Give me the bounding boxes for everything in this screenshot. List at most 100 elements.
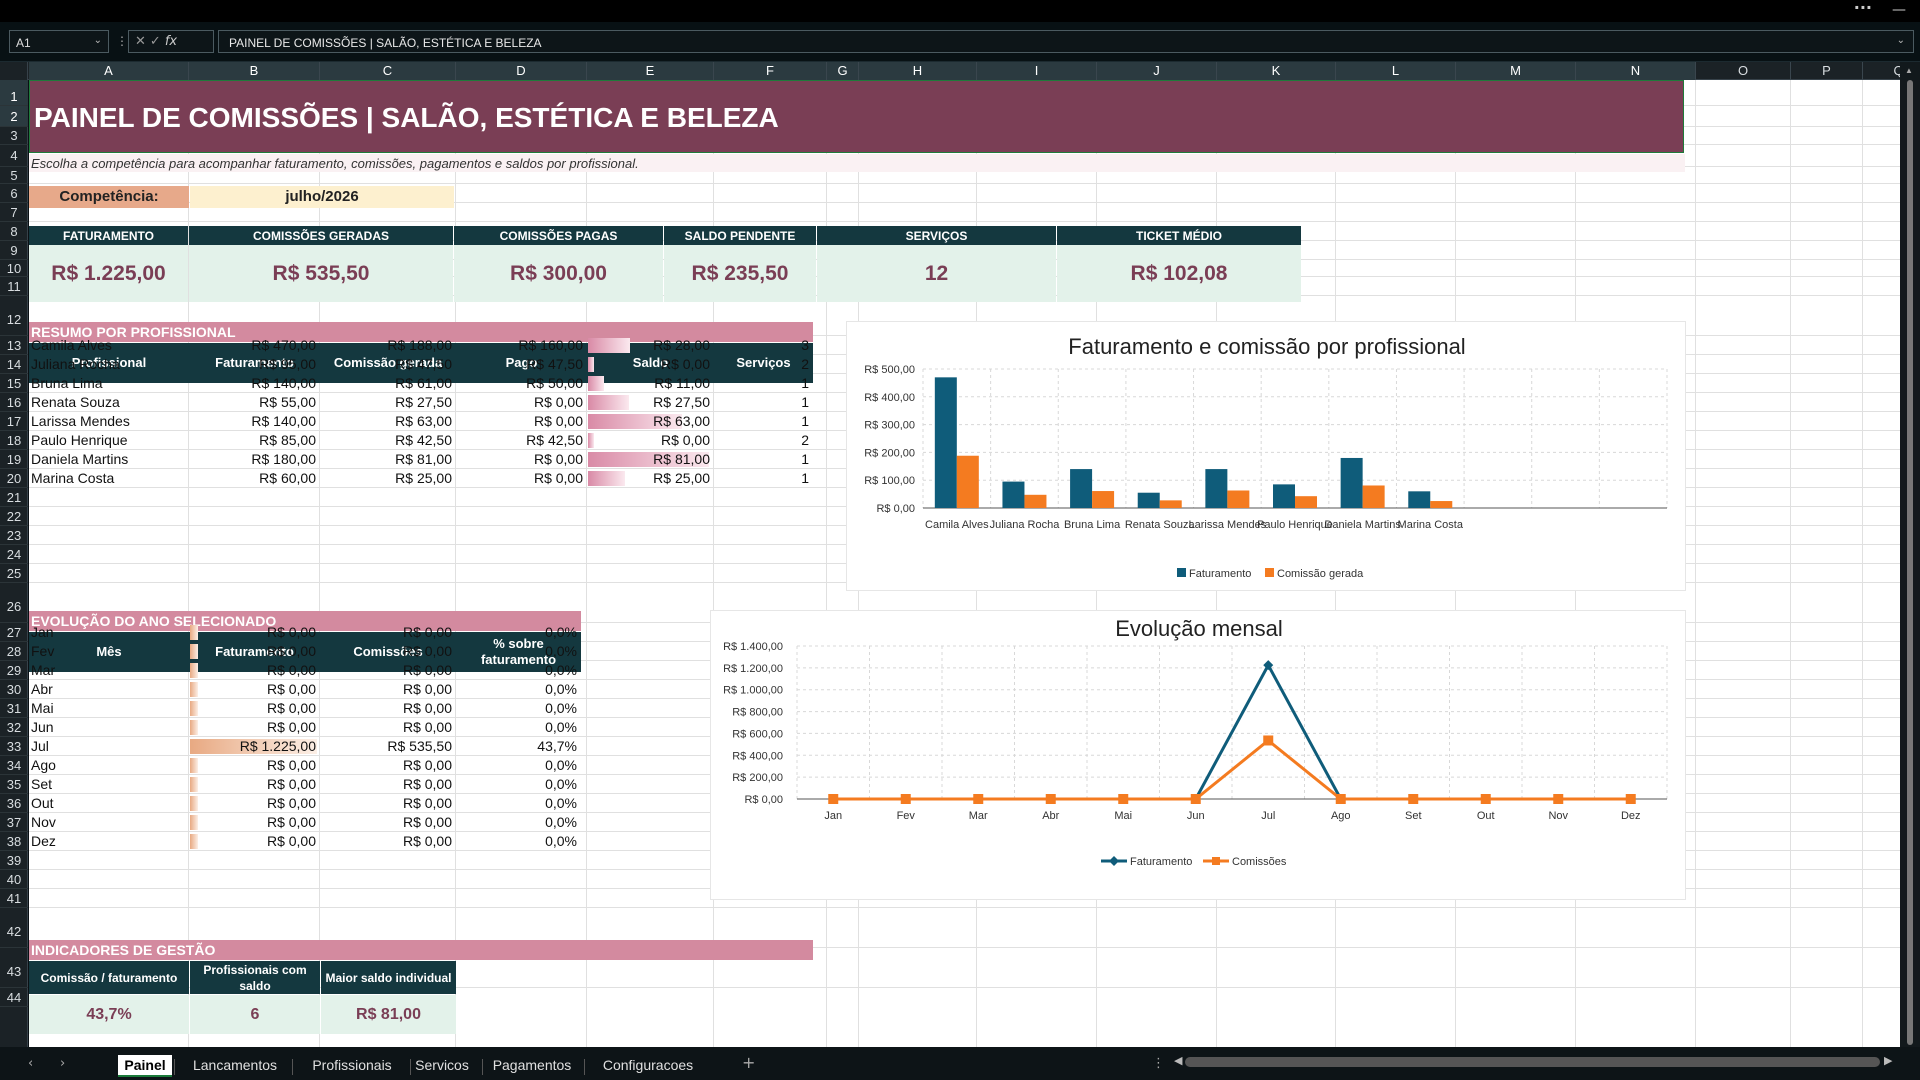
sheet-tab[interactable]: Painel — [118, 1055, 172, 1077]
cell-percentual[interactable]: 0,0% — [456, 794, 577, 813]
row-header[interactable]: 40 — [0, 870, 28, 889]
cell-saldo[interactable]: R$ 81,00 — [587, 450, 710, 469]
chevron-down-icon[interactable]: ⌄ — [94, 35, 102, 46]
row-header[interactable]: 20 — [0, 469, 28, 488]
row-header[interactable]: 6 — [0, 184, 28, 203]
table-row[interactable]: Daniela Martins R$ 180,00 R$ 81,00 R$ 0,00 R… — [29, 450, 813, 469]
table-row[interactable]: Paulo Henrique R$ 85,00 R$ 42,50 R$ 42,50 R$… — [29, 431, 813, 450]
cell-percentual[interactable]: 0,0% — [456, 699, 577, 718]
cell-servicos[interactable]: 1 — [714, 450, 809, 469]
cell-faturamento[interactable]: R$ 470,00 — [189, 336, 316, 355]
row-header[interactable]: 4 — [0, 145, 28, 167]
cell-mes[interactable]: Mai — [31, 699, 54, 718]
row-header[interactable]: 41 — [0, 889, 28, 908]
table-row[interactable]: Dez R$ 0,00 R$ 0,00 0,0% — [29, 832, 581, 851]
table-row[interactable]: Renata Souza R$ 55,00 R$ 27,50 R$ 0,00 R$ 27… — [29, 393, 813, 412]
column-header[interactable]: M — [1456, 62, 1576, 80]
cell-mes[interactable]: Set — [31, 775, 52, 794]
scroll-up-icon[interactable]: ▲ — [1905, 66, 1913, 75]
cell-percentual[interactable]: 0,0% — [456, 642, 577, 661]
cell-faturamento[interactable]: R$ 0,00 — [189, 794, 316, 813]
cell-mes[interactable]: Fev — [31, 642, 54, 661]
cancel-icon[interactable]: ✕ — [135, 34, 150, 49]
column-header[interactable]: J — [1097, 62, 1217, 80]
cell-mes[interactable]: Mar — [31, 661, 55, 680]
row-header[interactable]: 35 — [0, 775, 28, 794]
cell-pago[interactable]: R$ 0,00 — [456, 412, 583, 431]
competencia-selector[interactable]: julho/2026 — [190, 186, 454, 208]
cell-faturamento[interactable]: R$ 0,00 — [189, 756, 316, 775]
chart-evolucao-mensal[interactable]: Evolução mensal R$ 0,00 R$ 200,00 R$ 400,00… — [710, 610, 1686, 900]
cell-pago[interactable]: R$ 0,00 — [456, 450, 583, 469]
table-row[interactable]: Mar R$ 0,00 R$ 0,00 0,0% — [29, 661, 581, 680]
horizontal-scrollbar[interactable] — [1185, 1057, 1880, 1067]
cell-pago[interactable]: R$ 42,50 — [456, 431, 583, 450]
cell-faturamento[interactable]: R$ 95,00 — [189, 355, 316, 374]
cell-saldo[interactable]: R$ 11,00 — [587, 374, 710, 393]
cell-mes[interactable]: Jul — [31, 737, 49, 756]
cell-servicos[interactable]: 2 — [714, 355, 809, 374]
cell-percentual[interactable]: 0,0% — [456, 775, 577, 794]
column-header[interactable]: B — [189, 62, 320, 80]
row-header[interactable]: 3 — [0, 127, 28, 145]
column-header[interactable]: P — [1791, 62, 1863, 80]
column-header[interactable]: K — [1217, 62, 1336, 80]
table-row[interactable]: Ago R$ 0,00 R$ 0,00 0,0% — [29, 756, 581, 775]
cell-profissional[interactable]: Paulo Henrique — [31, 431, 128, 450]
row-header[interactable]: 2 — [0, 106, 28, 127]
cell-profissional[interactable]: Daniela Martins — [31, 450, 128, 469]
next-sheet-icon[interactable]: › — [60, 1056, 65, 1071]
table-row[interactable]: Marina Costa R$ 60,00 R$ 25,00 R$ 0,00 R$ 25… — [29, 469, 813, 488]
row-header[interactable]: 10 — [0, 260, 28, 277]
row-header[interactable]: 14 — [0, 355, 28, 374]
cell-percentual[interactable]: 0,0% — [456, 680, 577, 699]
cell-faturamento[interactable]: R$ 140,00 — [189, 374, 316, 393]
cell-percentual[interactable]: 0,0% — [456, 756, 577, 775]
column-header[interactable]: E — [587, 62, 714, 80]
cell-servicos[interactable]: 1 — [714, 393, 809, 412]
prev-sheet-icon[interactable]: ‹ — [28, 1056, 33, 1071]
cell-comissao[interactable]: R$ 42,50 — [320, 431, 452, 450]
cell-faturamento[interactable]: R$ 85,00 — [189, 431, 316, 450]
cell-comissoes[interactable]: R$ 0,00 — [320, 642, 452, 661]
row-header[interactable]: 23 — [0, 526, 28, 545]
check-icon[interactable]: ✓ — [150, 34, 165, 49]
function-icon[interactable]: fx — [165, 34, 177, 49]
row-header[interactable]: 19 — [0, 450, 28, 469]
cell-mes[interactable]: Nov — [31, 813, 56, 832]
table-row[interactable]: Fev R$ 0,00 R$ 0,00 0,0% — [29, 642, 581, 661]
row-header[interactable]: 7 — [0, 203, 28, 222]
row-header[interactable]: 11 — [0, 277, 28, 296]
cell-saldo[interactable]: R$ 0,00 — [587, 431, 710, 450]
row-header[interactable]: 12 — [0, 296, 28, 336]
row-header[interactable]: 13 — [0, 336, 28, 355]
cell-comissoes[interactable]: R$ 0,00 — [320, 775, 452, 794]
row-header[interactable]: 21 — [0, 488, 28, 507]
cell-mes[interactable]: Out — [31, 794, 54, 813]
column-header[interactable]: H — [859, 62, 977, 80]
cell-comissoes[interactable]: R$ 0,00 — [320, 623, 452, 642]
dashboard-title[interactable]: PAINEL DE COMISSÕES | SALÃO, ESTÉTICA E … — [29, 80, 1684, 153]
row-header[interactable]: 42 — [0, 908, 28, 948]
cell-mes[interactable]: Jun — [31, 718, 54, 737]
cell-faturamento[interactable]: R$ 0,00 — [189, 832, 316, 851]
sheet-tab[interactable]: Servicos — [404, 1055, 480, 1077]
row-header[interactable]: 37 — [0, 813, 28, 832]
cell-profissional[interactable]: Larissa Mendes — [31, 412, 130, 431]
cell-comissao[interactable]: R$ 47,50 — [320, 355, 452, 374]
row-header[interactable]: 28 — [0, 642, 28, 661]
cell-faturamento[interactable]: R$ 0,00 — [189, 813, 316, 832]
row-header[interactable]: 1 — [0, 80, 28, 106]
cell-profissional[interactable]: Juliana Rocha — [31, 355, 120, 374]
cell-comissoes[interactable]: R$ 535,50 — [320, 737, 452, 756]
row-header[interactable]: 24 — [0, 545, 28, 564]
column-header[interactable]: L — [1336, 62, 1456, 80]
cell-percentual[interactable]: 0,0% — [456, 718, 577, 737]
column-header[interactable]: I — [977, 62, 1097, 80]
row-header[interactable]: 29 — [0, 661, 28, 680]
cell-comissao[interactable]: R$ 63,00 — [320, 412, 452, 431]
row-header[interactable]: 30 — [0, 680, 28, 699]
cell-profissional[interactable]: Bruna Lima — [31, 374, 103, 393]
row-header[interactable]: 5 — [0, 167, 28, 184]
cell-mes[interactable]: Dez — [31, 832, 56, 851]
